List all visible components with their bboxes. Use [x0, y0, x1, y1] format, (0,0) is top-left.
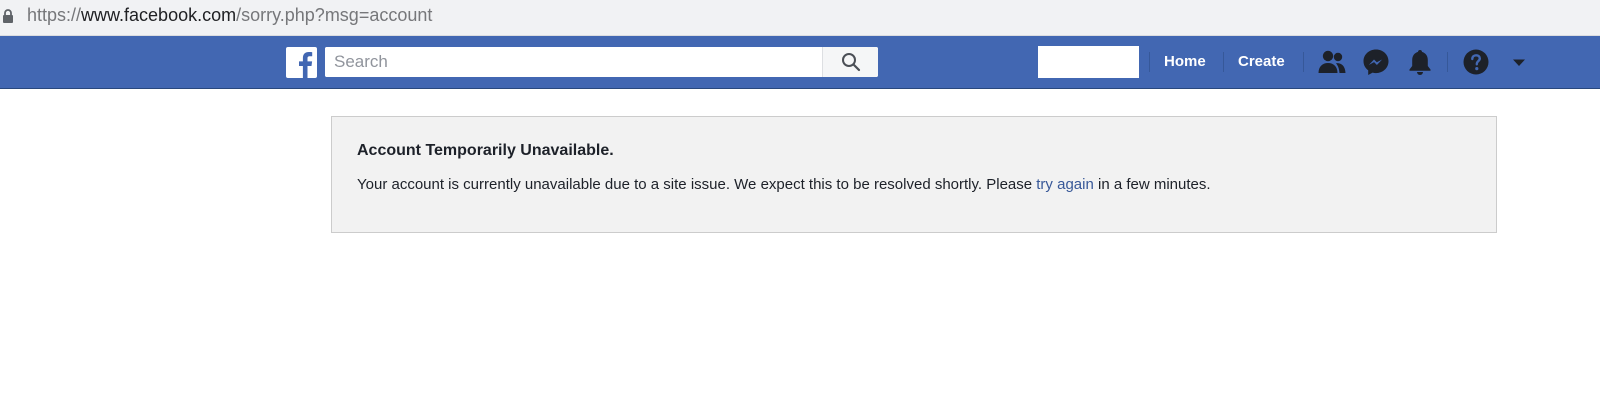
create-link[interactable]: Create [1238, 52, 1285, 72]
nav-divider [1447, 52, 1448, 72]
dropdown-caret-icon[interactable] [1512, 58, 1526, 67]
search-input[interactable] [325, 47, 817, 77]
facebook-logo-icon[interactable] [286, 47, 317, 78]
error-message-suffix: in a few minutes. [1093, 176, 1211, 193]
error-message-text: Your account is currently unavailable du… [357, 176, 1037, 193]
top-navigation-bar: Home Create [0, 36, 1600, 89]
nav-divider [1223, 52, 1224, 72]
help-icon[interactable] [1462, 48, 1490, 76]
url-host: www.facebook.com [81, 5, 237, 25]
try-again-link[interactable]: try again [1036, 176, 1094, 193]
search-button[interactable] [822, 47, 878, 77]
notifications-bell-icon[interactable] [1407, 48, 1433, 76]
friends-icon[interactable] [1318, 49, 1346, 75]
facebook-f-glyph [299, 52, 313, 78]
nav-divider [1149, 52, 1150, 72]
search-box [325, 47, 878, 77]
lock-icon [3, 9, 13, 23]
url-scheme: https:// [27, 5, 82, 25]
error-message-box: Account Temporarily Unavailable. Your ac… [331, 116, 1497, 233]
error-message: Your account is currently unavailable du… [357, 176, 1211, 193]
browser-address-bar[interactable]: https://www.facebook.com/sorry.php?msg=a… [0, 0, 1600, 36]
messenger-icon[interactable] [1362, 48, 1390, 76]
nav-divider [1303, 52, 1304, 72]
url-path: /sorry.php?msg=account [236, 5, 433, 25]
error-title: Account Temporarily Unavailable. [357, 142, 614, 159]
profile-link[interactable] [1038, 46, 1139, 78]
url-text[interactable]: https://www.facebook.com/sorry.php?msg=a… [27, 4, 432, 26]
search-icon [842, 53, 861, 72]
home-link[interactable]: Home [1164, 52, 1206, 72]
